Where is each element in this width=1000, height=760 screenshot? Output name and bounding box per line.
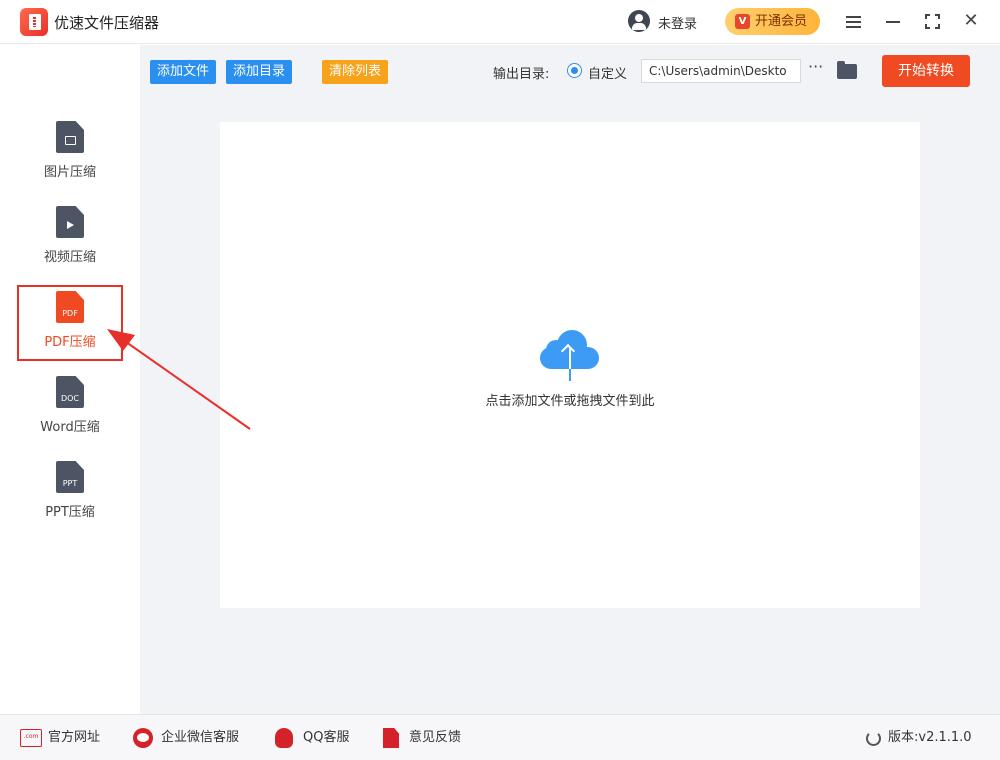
minimize-icon[interactable]	[882, 10, 904, 32]
sidebar-item-ppt-compress[interactable]: PPT PPT压缩	[17, 455, 123, 531]
vip-icon: V	[735, 14, 750, 29]
sidebar-item-label: 视频压缩	[43, 250, 96, 265]
sidebar-item-label: Word压缩	[40, 420, 100, 435]
refresh-icon	[866, 731, 881, 746]
sidebar-item-image-compress[interactable]: 图片压缩	[17, 115, 123, 191]
version-info[interactable]: 版本:v2.1.1.0	[866, 729, 972, 747]
title-bar: 优速文件压缩器 未登录 V 开通会员 ✕	[0, 0, 1000, 44]
user-avatar-icon[interactable]	[628, 10, 650, 32]
sidebar-item-word-compress[interactable]: DOC Word压缩	[17, 370, 123, 446]
sidebar-item-video-compress[interactable]: 视频压缩	[17, 200, 123, 276]
sidebar-item-label: 图片压缩	[43, 165, 96, 180]
start-convert-button[interactable]: 开始转换	[882, 55, 970, 87]
add-directory-button[interactable]: 添加目录	[226, 60, 293, 84]
output-path-input[interactable]	[641, 59, 801, 83]
footer-bar: .com 官方网址 企业微信客服 QQ客服 意见反馈 版本:v2.1.1.0	[0, 714, 1000, 760]
custom-dir-radio[interactable]	[567, 63, 582, 78]
website-icon: .com	[20, 729, 42, 747]
sidebar-item-label: PPT压缩	[45, 505, 95, 520]
sidebar: 图片压缩 视频压缩 PDF PDF压缩 DOC Word压缩 PPT PPT压缩	[0, 45, 140, 714]
image-file-icon	[56, 121, 84, 153]
qq-label: QQ客服	[303, 730, 350, 745]
login-status[interactable]: 未登录	[658, 13, 697, 32]
official-website-link[interactable]: .com 官方网址	[20, 729, 100, 747]
clear-list-button[interactable]: 清除列表	[322, 60, 389, 84]
cloud-upload-icon	[540, 330, 600, 381]
wechat-label: 企业微信客服	[161, 730, 240, 745]
feedback-icon	[383, 728, 399, 748]
more-options-icon[interactable]: ···	[808, 57, 823, 76]
website-label: 官方网址	[48, 730, 101, 745]
version-label: 版本:v2.1.1.0	[888, 730, 972, 745]
video-file-icon	[56, 206, 84, 238]
sidebar-item-pdf-compress[interactable]: PDF PDF压缩	[17, 285, 123, 361]
drop-hint: 点击添加文件或拖拽文件到此	[485, 394, 655, 409]
app-logo-icon	[20, 8, 48, 36]
menu-icon[interactable]	[842, 10, 864, 32]
output-dir-label: 输出目录:	[493, 67, 550, 82]
qq-icon	[275, 728, 293, 748]
doc-file-icon: DOC	[56, 376, 84, 408]
vip-button[interactable]: V 开通会员	[725, 8, 820, 35]
wechat-icon	[133, 728, 153, 748]
app-title: 优速文件压缩器	[54, 14, 160, 32]
close-icon[interactable]: ✕	[960, 10, 982, 32]
wechat-support-link[interactable]: 企业微信客服	[133, 728, 240, 748]
custom-dir-label[interactable]: 自定义	[588, 63, 627, 82]
ppt-file-icon: PPT	[56, 461, 84, 493]
add-file-button[interactable]: 添加文件	[150, 60, 217, 84]
pdf-file-icon: PDF	[56, 291, 84, 323]
main-panel: 添加文件 添加目录 清除列表 输出目录: 自定义 ··· 开始转换 点击添加文件…	[140, 45, 1000, 714]
vip-label: 开通会员	[755, 14, 808, 29]
qq-support-link[interactable]: QQ客服	[275, 728, 350, 748]
sidebar-item-label: PDF压缩	[44, 335, 96, 350]
file-drop-zone[interactable]: 点击添加文件或拖拽文件到此	[220, 122, 920, 608]
feedback-label: 意见反馈	[409, 730, 462, 745]
maximize-icon[interactable]	[921, 10, 943, 32]
folder-icon[interactable]	[837, 61, 857, 79]
feedback-link[interactable]: 意见反馈	[383, 728, 462, 748]
